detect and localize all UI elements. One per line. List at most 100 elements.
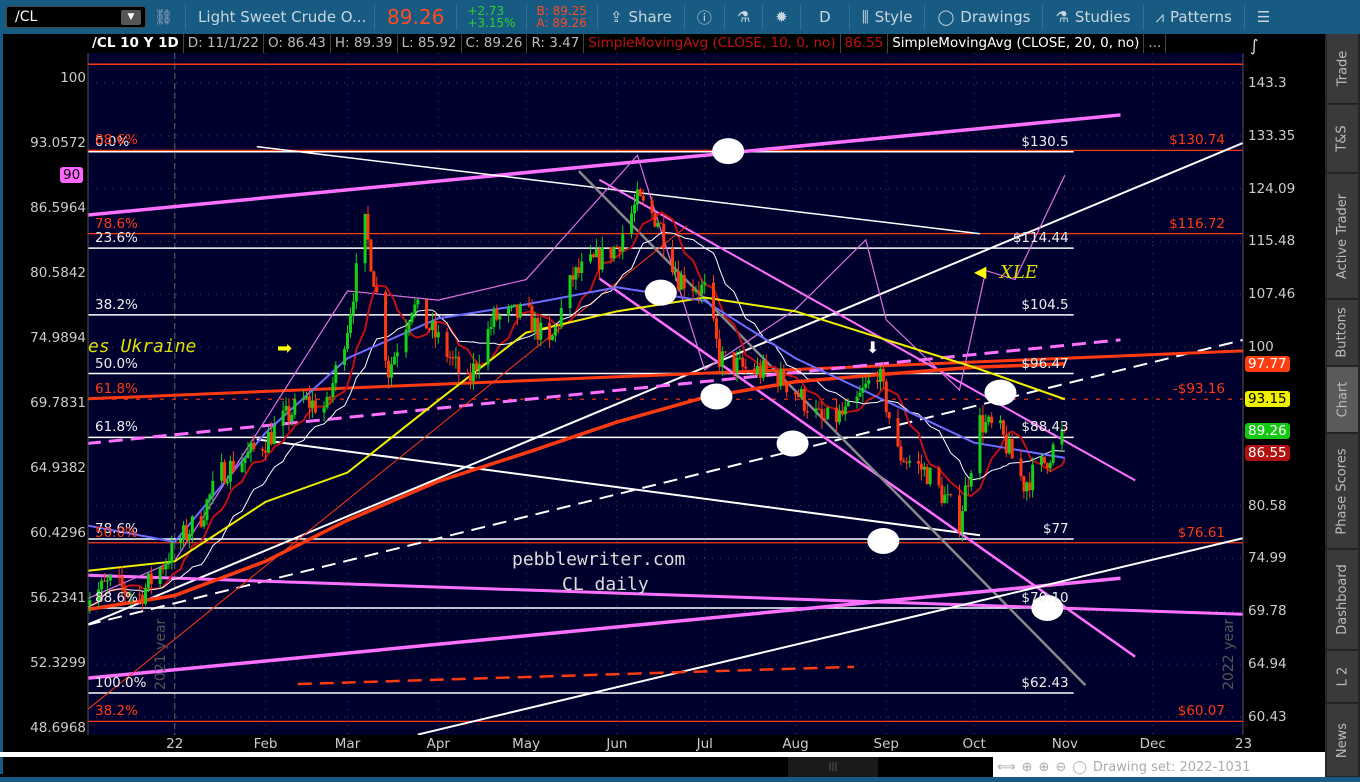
circle-marker[interactable] bbox=[712, 138, 745, 165]
candle bbox=[928, 466, 932, 487]
candle bbox=[937, 465, 941, 489]
price-badge: 93.15 bbox=[1245, 391, 1290, 408]
side-tab-phase-scores[interactable]: Phase Scores bbox=[1327, 434, 1358, 549]
side-tab-dashboard[interactable]: Dashboard bbox=[1327, 550, 1358, 650]
date-axis-tick: Sep bbox=[873, 736, 899, 752]
date-axis-tick: Dec bbox=[1139, 736, 1166, 752]
right-axis-tick: 74.99 bbox=[1248, 550, 1287, 567]
right-axis-tick: 60.43 bbox=[1248, 708, 1287, 725]
crosshair-icon[interactable]: ⊕ bbox=[1022, 760, 1033, 775]
candle bbox=[1051, 441, 1055, 466]
white-fib-percent: 38.2% bbox=[95, 296, 138, 313]
right-axis-tick: 100 bbox=[1248, 339, 1274, 356]
chart-background bbox=[88, 53, 1243, 735]
white-level-label: $77 bbox=[1042, 521, 1069, 538]
red-level-label: $130.74 bbox=[1169, 132, 1225, 149]
white-fib-percent: 23.6% bbox=[95, 230, 138, 247]
circle-marker[interactable] bbox=[700, 383, 733, 410]
date-axis-tick: Apr bbox=[426, 736, 450, 752]
left-axis-tick: 64.9382 bbox=[30, 460, 86, 476]
candle bbox=[363, 213, 367, 272]
candle bbox=[369, 238, 373, 273]
date-axis-tick: Feb bbox=[253, 736, 278, 752]
left-axis-tick: 60.4296 bbox=[30, 525, 86, 541]
side-tab-buttons[interactable]: Buttons bbox=[1327, 300, 1358, 366]
circle-marker[interactable] bbox=[644, 279, 677, 306]
side-tab-label: News bbox=[1335, 722, 1351, 758]
xle-annotation: XLE bbox=[1000, 262, 1038, 283]
left-axis-tick: 69.7831 bbox=[30, 395, 86, 411]
right-axis-tick: 133.35 bbox=[1248, 127, 1296, 144]
red-fib-percent: 50.0% bbox=[95, 524, 138, 541]
zoom-in-icon[interactable]: ⊕ bbox=[1039, 760, 1050, 775]
ukraine-annotation: es Ukraine bbox=[88, 336, 197, 357]
side-tab-chart[interactable]: Chart bbox=[1327, 367, 1358, 433]
red-fib-percent: 88.6% bbox=[95, 132, 138, 149]
side-tab-label: Phase Scores bbox=[1335, 447, 1351, 535]
chart-title: CL daily bbox=[562, 574, 649, 595]
candle bbox=[518, 302, 522, 320]
candle bbox=[384, 289, 388, 369]
right-axis-tick: 124.09 bbox=[1248, 180, 1296, 197]
side-tab-trade[interactable]: Trade bbox=[1327, 34, 1358, 104]
white-level-label: $104.5 bbox=[1021, 296, 1069, 313]
red-fib-percent: 61.8% bbox=[95, 381, 138, 398]
side-tab-news[interactable]: News bbox=[1327, 704, 1358, 777]
side-tab-active-trader[interactable]: Active Trader bbox=[1327, 174, 1358, 299]
xle-badge: 90 bbox=[60, 167, 84, 184]
date-axis[interactable]: 22 Feb Mar Apr May Jun Jul Aug Sep Oct Nov Dec 23 bbox=[88, 736, 1252, 753]
circle-marker[interactable] bbox=[776, 430, 809, 457]
white-level-label: $96.47 bbox=[1021, 355, 1069, 372]
side-tab-label: L 2 bbox=[1335, 666, 1350, 687]
date-axis-tick: Aug bbox=[782, 736, 809, 752]
candle bbox=[223, 459, 227, 485]
red-level-label: $116.72 bbox=[1169, 215, 1225, 232]
white-fib-percent: 50.0% bbox=[95, 355, 138, 372]
side-tab-t-s[interactable]: T&S bbox=[1327, 105, 1358, 173]
date-axis-tick: Mar bbox=[334, 736, 361, 752]
scroll-thumb[interactable]: ||| bbox=[788, 757, 878, 777]
left-axis-tick: 52.3299 bbox=[30, 655, 86, 671]
price-badge: 89.26 bbox=[1245, 422, 1290, 439]
reset-icon[interactable]: ◯ bbox=[1072, 760, 1087, 775]
candle bbox=[425, 299, 429, 329]
red-fib-percent: 78.6% bbox=[95, 215, 138, 232]
candle bbox=[653, 212, 657, 228]
date-axis-tick: Jul bbox=[696, 736, 713, 752]
white-level-label: $62.43 bbox=[1021, 675, 1069, 692]
arrow-left-icon: ◀ bbox=[974, 262, 987, 281]
candle bbox=[884, 378, 888, 418]
right-axis-tick: 64.94 bbox=[1248, 656, 1287, 673]
side-tab-label: Buttons bbox=[1335, 307, 1351, 358]
date-axis-tick: 22 bbox=[166, 736, 184, 752]
white-level-label: $114.44 bbox=[1012, 230, 1069, 247]
side-tab-label: Chart bbox=[1335, 381, 1351, 418]
date-axis-tick: Nov bbox=[1051, 736, 1079, 752]
red-level-label: $76.61 bbox=[1177, 524, 1225, 541]
white-level-label: $70.10 bbox=[1021, 589, 1069, 606]
side-tab-label: Active Trader bbox=[1335, 193, 1350, 279]
price-badge: 97.77 bbox=[1245, 355, 1290, 372]
white-fib-percent: 100.0% bbox=[95, 675, 147, 692]
price-badge: 86.55 bbox=[1245, 445, 1290, 462]
side-tab-l-2[interactable]: L 2 bbox=[1327, 651, 1358, 703]
candle bbox=[372, 270, 376, 288]
right-axis-tick: 107.46 bbox=[1248, 286, 1296, 303]
drawing-set-selector[interactable]: Drawing set: 2022-1031 bbox=[1093, 760, 1250, 775]
zoom-out-icon[interactable]: ⊖ bbox=[1055, 760, 1066, 775]
chart-scrollbar[interactable]: ||| bbox=[3, 757, 993, 777]
pan-icon[interactable]: ⟺ bbox=[997, 760, 1016, 775]
left-axis-tick: 93.0572 bbox=[30, 135, 86, 151]
white-level-label: $130.5 bbox=[1021, 133, 1069, 150]
candle bbox=[826, 407, 830, 421]
left-axis-tick: 80.5842 bbox=[30, 265, 86, 281]
white-fib-percent: 88.6% bbox=[95, 589, 138, 606]
left-axis-tick: 48.6968 bbox=[30, 720, 86, 736]
circle-marker[interactable] bbox=[867, 527, 900, 554]
white-level-label: $88.43 bbox=[1021, 419, 1069, 436]
left-axis-tick: 100 bbox=[60, 70, 86, 86]
right-axis-tick: 69.78 bbox=[1248, 603, 1287, 620]
candle bbox=[978, 407, 982, 481]
circle-marker[interactable] bbox=[984, 379, 1017, 406]
side-tabs: Trade T&S Active Trader Buttons Chart Phase S… bbox=[1325, 34, 1360, 777]
